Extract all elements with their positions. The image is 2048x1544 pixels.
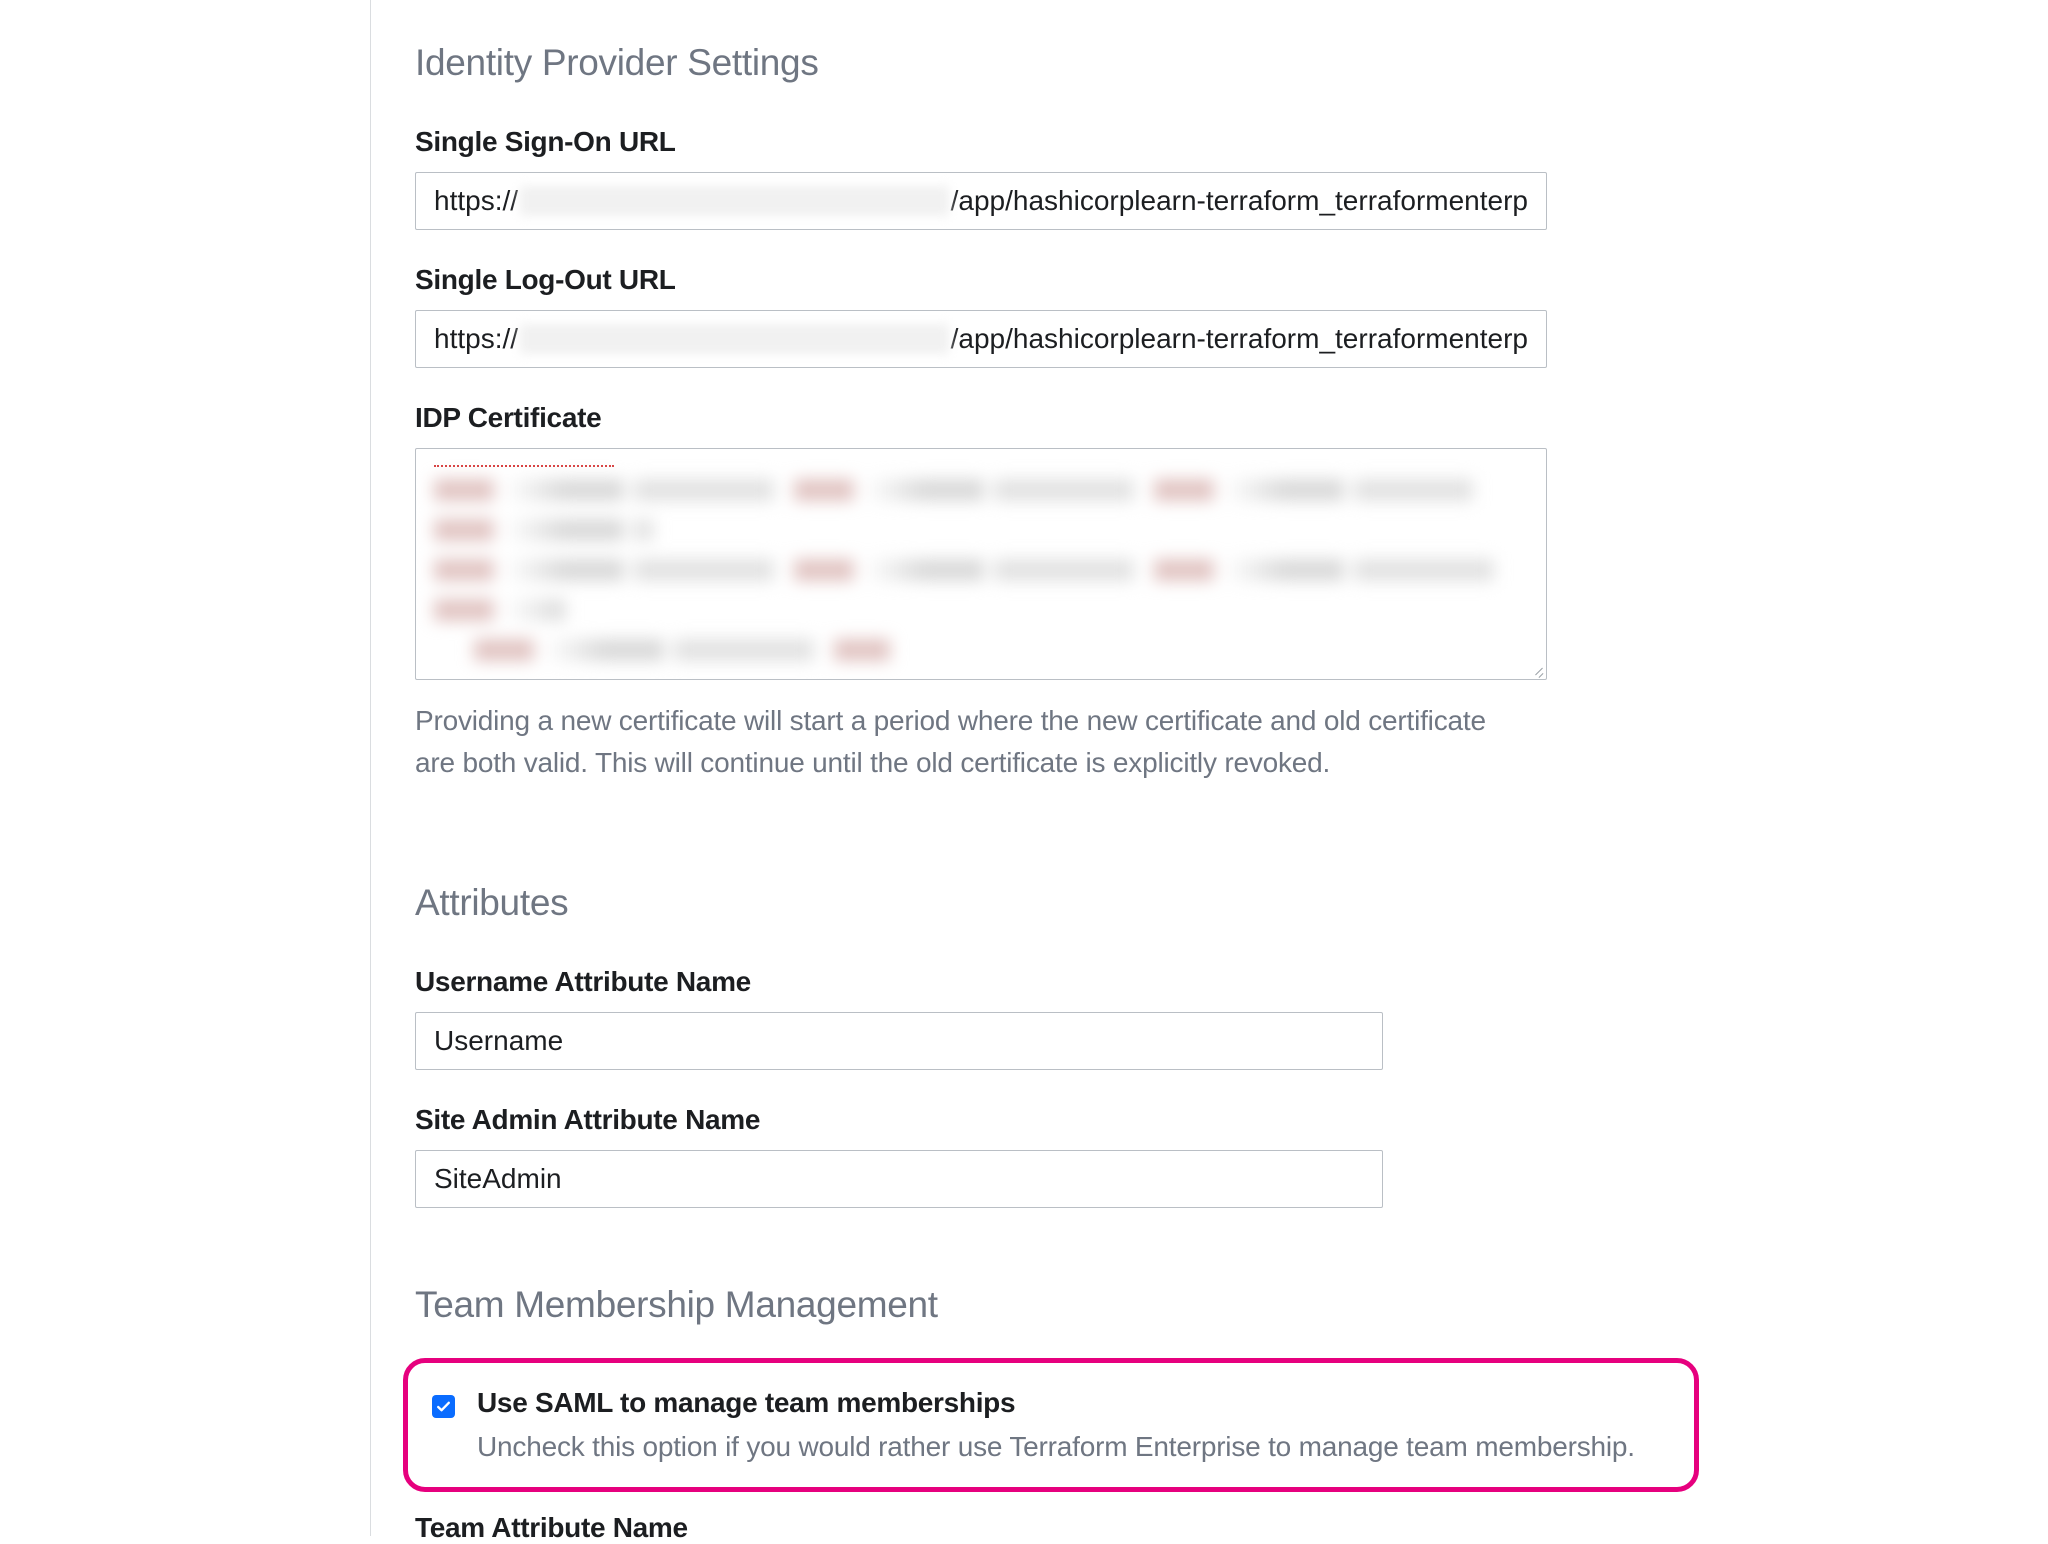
siteadmin-attr-value: SiteAdmin xyxy=(434,1163,562,1195)
username-attr-value: Username xyxy=(434,1025,563,1057)
username-attr-field: Username Attribute Name Username xyxy=(415,966,1571,1070)
username-attr-label: Username Attribute Name xyxy=(415,966,1571,998)
use-saml-checkbox-row[interactable]: Use SAML to manage team memberships Unch… xyxy=(418,1387,1668,1463)
team-attr-field: Team Attribute Name xyxy=(415,1512,1571,1544)
use-saml-title: Use SAML to manage team memberships xyxy=(477,1387,1635,1419)
sso-url-field: Single Sign-On URL https:// /app/hashico… xyxy=(415,126,1571,230)
idp-cert-label: IDP Certificate xyxy=(415,402,1571,434)
settings-content: Identity Provider Settings Single Sign-O… xyxy=(371,0,1571,1536)
idp-heading: Identity Provider Settings xyxy=(415,42,1571,84)
sso-url-label: Single Sign-On URL xyxy=(415,126,1571,158)
sso-url-prefix: https:// xyxy=(434,185,518,217)
textarea-resize-handle[interactable] xyxy=(1530,663,1544,677)
siteadmin-attr-input[interactable]: SiteAdmin xyxy=(415,1150,1383,1208)
team-heading: Team Membership Management xyxy=(415,1284,1571,1326)
sso-url-suffix: /app/hashicorplearn-terraform_terraforme… xyxy=(951,185,1528,217)
siteadmin-attr-label: Site Admin Attribute Name xyxy=(415,1104,1571,1136)
slo-url-field: Single Log-Out URL https:// /app/hashico… xyxy=(415,264,1571,368)
left-gutter xyxy=(0,0,370,1536)
idp-cert-field: IDP Certificate Providing a new certific… xyxy=(415,402,1571,784)
slo-url-input[interactable]: https:// /app/hashicorplearn-terraform_t… xyxy=(415,310,1547,368)
redacted-text xyxy=(520,186,949,216)
redacted-text xyxy=(520,324,949,354)
spellcheck-underline xyxy=(434,465,614,467)
use-saml-desc: Uncheck this option if you would rather … xyxy=(477,1431,1635,1463)
use-saml-checkbox[interactable] xyxy=(432,1395,455,1418)
username-attr-input[interactable]: Username xyxy=(415,1012,1383,1070)
idp-cert-helper: Providing a new certificate will start a… xyxy=(415,700,1515,784)
highlight-annotation: Use SAML to manage team memberships Unch… xyxy=(403,1358,1699,1492)
redacted-certificate xyxy=(434,479,1528,661)
idp-cert-textarea[interactable] xyxy=(415,448,1547,680)
sso-url-input[interactable]: https:// /app/hashicorplearn-terraform_t… xyxy=(415,172,1547,230)
slo-url-suffix: /app/hashicorplearn-terraform_terraforme… xyxy=(951,323,1528,355)
use-saml-content: Use SAML to manage team memberships Unch… xyxy=(477,1387,1635,1463)
siteadmin-attr-field: Site Admin Attribute Name SiteAdmin xyxy=(415,1104,1571,1208)
attributes-heading: Attributes xyxy=(415,882,1571,924)
slo-url-label: Single Log-Out URL xyxy=(415,264,1571,296)
team-attr-label: Team Attribute Name xyxy=(415,1512,1571,1544)
checkmark-icon xyxy=(435,1398,452,1415)
slo-url-prefix: https:// xyxy=(434,323,518,355)
